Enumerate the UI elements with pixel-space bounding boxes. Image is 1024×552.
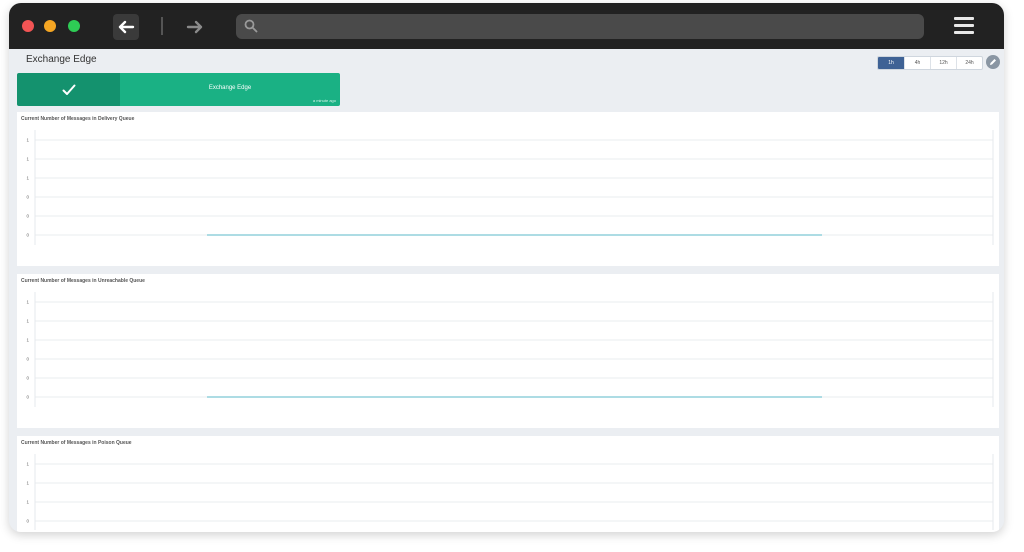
- range-4h-button[interactable]: 4h: [904, 57, 930, 69]
- arrow-left-icon: [118, 20, 135, 34]
- y-tick-label: 1: [26, 300, 29, 305]
- range-12h-button[interactable]: 12h: [930, 57, 956, 69]
- line-chart: 1 1 1 0 0 0: [26, 130, 994, 245]
- range-24h-button[interactable]: 24h: [956, 57, 982, 69]
- time-range-selector: 1h 4h 12h 24h: [877, 56, 983, 70]
- checkmark-icon: [62, 84, 75, 95]
- status-tile[interactable]: Exchange Edge a minute ago: [17, 73, 340, 106]
- browser-window: Exchange Edge 1h 4h 12h 24h Exchange Edg…: [9, 3, 1004, 532]
- chart-panel-delivery-queue: Current Number of Messages in Delivery Q…: [17, 112, 999, 266]
- line-chart: 1 1 1 0: [26, 454, 994, 530]
- status-tile-updated: a minute ago: [312, 98, 336, 103]
- chart-panel-unreachable-queue: Current Number of Messages in Unreachabl…: [17, 274, 999, 428]
- chart-panel-poison-queue: Current Number of Messages in Poison Que…: [17, 436, 999, 532]
- forward-button[interactable]: [182, 14, 208, 40]
- pencil-icon: [990, 59, 996, 65]
- arrow-right-icon: [186, 20, 203, 34]
- close-window-button[interactable]: [22, 20, 34, 32]
- y-tick-label: 1: [26, 176, 29, 181]
- minimize-window-button[interactable]: [44, 20, 56, 32]
- y-tick-label: 1: [26, 138, 29, 143]
- y-tick-label: 0: [26, 195, 29, 200]
- browser-toolbar: [9, 3, 1004, 49]
- dashboard-content: Exchange Edge 1h 4h 12h 24h Exchange Edg…: [9, 49, 1004, 532]
- search-icon: [244, 19, 258, 33]
- y-tick-label: 1: [26, 338, 29, 343]
- y-tick-label: 1: [26, 319, 29, 324]
- y-tick-label: 1: [26, 157, 29, 162]
- status-ok-area: [17, 73, 120, 106]
- y-tick-label: 0: [26, 233, 29, 238]
- edit-dashboard-button[interactable]: [986, 55, 1000, 69]
- y-tick-label: 0: [26, 395, 29, 400]
- y-tick-label: 0: [26, 357, 29, 362]
- address-bar[interactable]: [236, 14, 924, 39]
- y-tick-label: 0: [26, 214, 29, 219]
- line-chart: 1 1 1 0 0 0: [26, 292, 994, 407]
- page-title: Exchange Edge: [26, 54, 97, 65]
- status-tile-name: Exchange Edge: [208, 85, 252, 91]
- status-info: Exchange Edge a minute ago: [120, 73, 340, 106]
- y-tick-label: 0: [26, 376, 29, 381]
- y-tick-label: 0: [26, 519, 29, 524]
- y-tick-label: 1: [26, 462, 29, 467]
- y-tick-label: 1: [26, 481, 29, 486]
- nav-separator: [161, 17, 163, 35]
- range-1h-button[interactable]: 1h: [878, 57, 904, 69]
- y-tick-label: 1: [26, 500, 29, 505]
- hamburger-menu-icon[interactable]: [954, 17, 976, 35]
- maximize-window-button[interactable]: [68, 20, 80, 32]
- back-button[interactable]: [113, 14, 139, 40]
